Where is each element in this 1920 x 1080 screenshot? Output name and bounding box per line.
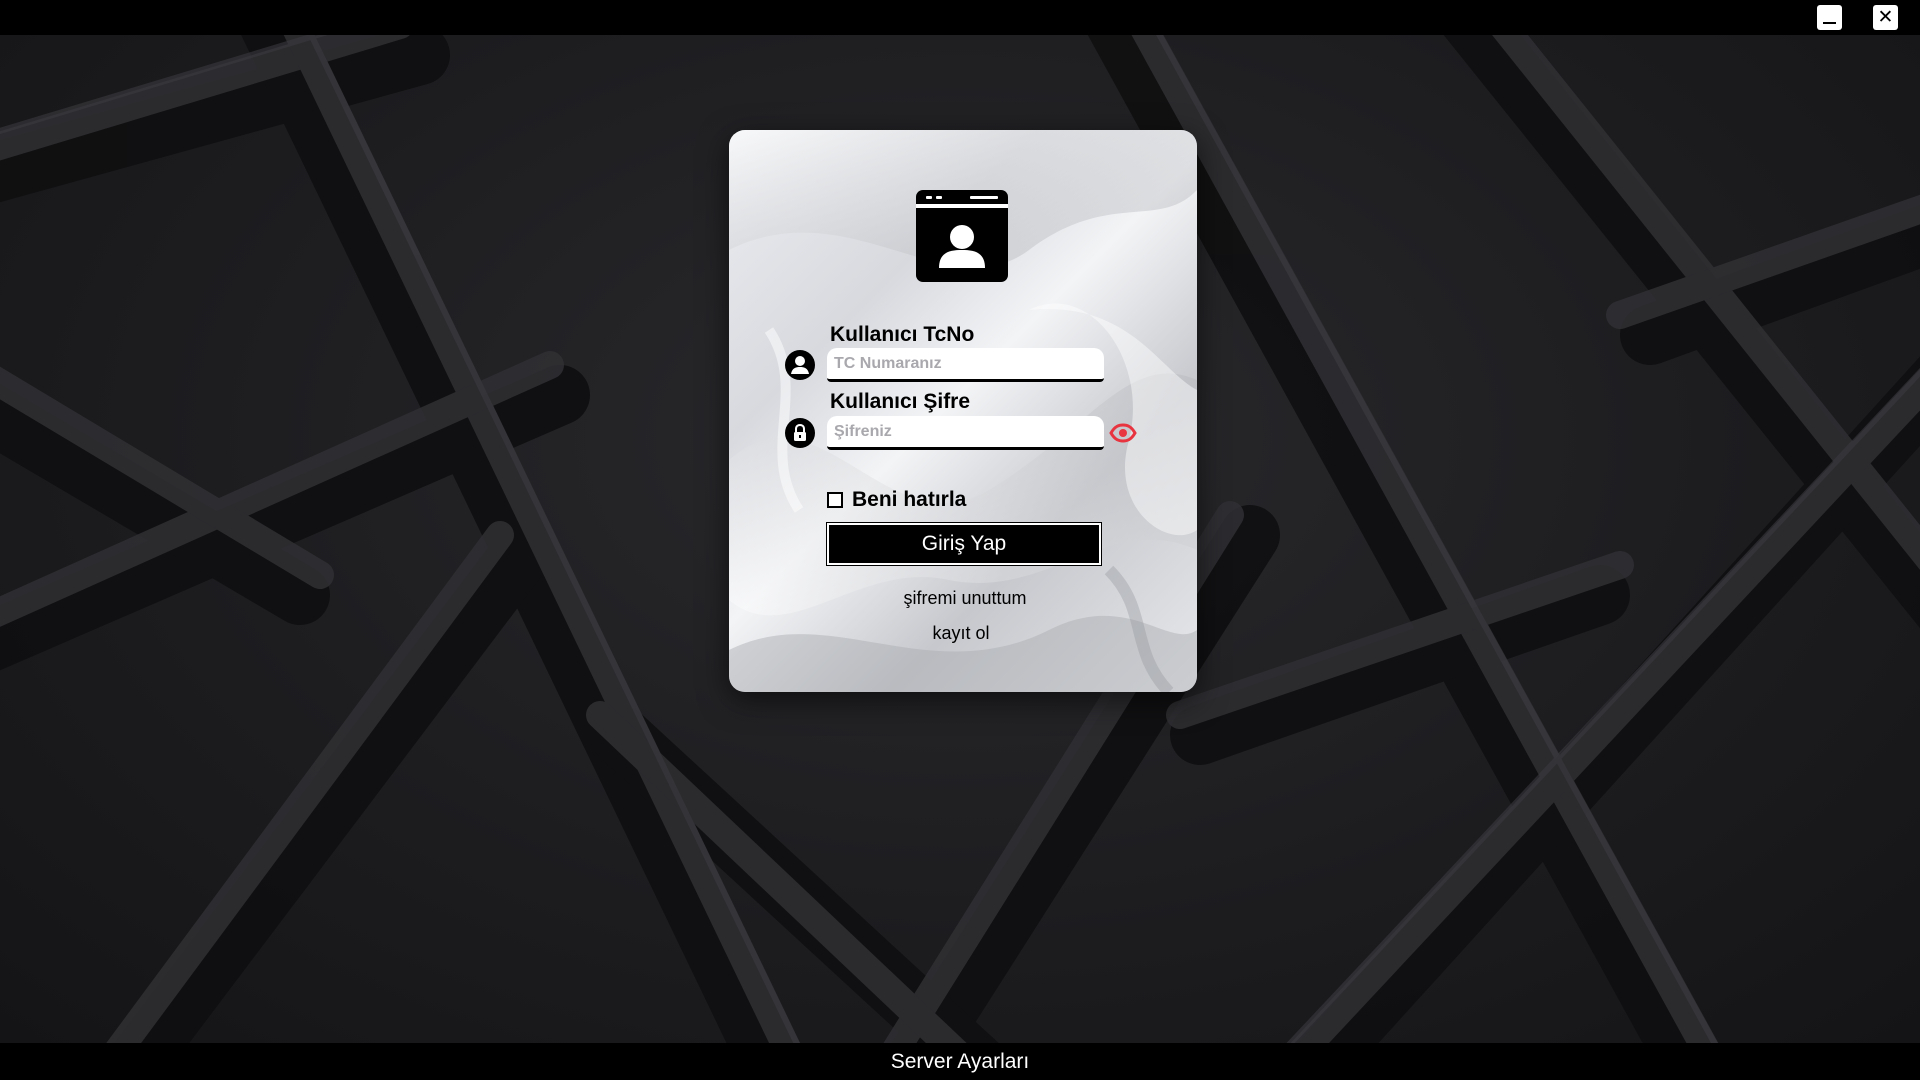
password-input[interactable] bbox=[827, 416, 1104, 450]
password-label: Kullanıcı Şifre bbox=[830, 390, 971, 413]
remember-me-label: Beni hatırla bbox=[852, 488, 967, 511]
user-card-icon bbox=[916, 190, 1008, 282]
register-link[interactable]: kayıt ol bbox=[729, 623, 1195, 644]
minimize-icon bbox=[1823, 21, 1836, 24]
close-button[interactable]: ✕ bbox=[1873, 5, 1898, 30]
show-password-eye-icon[interactable] bbox=[1109, 422, 1137, 444]
remember-me-checkbox[interactable] bbox=[827, 492, 843, 508]
remember-me: Beni hatırla bbox=[827, 488, 966, 512]
lock-icon bbox=[785, 418, 815, 448]
login-button[interactable]: Giriş Yap bbox=[826, 522, 1102, 566]
minimize-button[interactable] bbox=[1817, 5, 1842, 30]
close-icon: ✕ bbox=[1877, 6, 1894, 28]
title-bar: ✕ bbox=[0, 0, 1920, 35]
user-icon bbox=[785, 350, 815, 380]
forgot-password-link[interactable]: şifremi unuttum bbox=[731, 588, 1197, 609]
username-input[interactable] bbox=[827, 348, 1104, 382]
footer-bar: Server Ayarları bbox=[0, 1043, 1920, 1080]
server-settings-link[interactable]: Server Ayarları bbox=[891, 1050, 1030, 1074]
login-card: Kullanıcı TcNo Kullanıcı Şifre Beni hatı… bbox=[729, 130, 1197, 692]
username-label: Kullanıcı TcNo bbox=[830, 323, 975, 346]
